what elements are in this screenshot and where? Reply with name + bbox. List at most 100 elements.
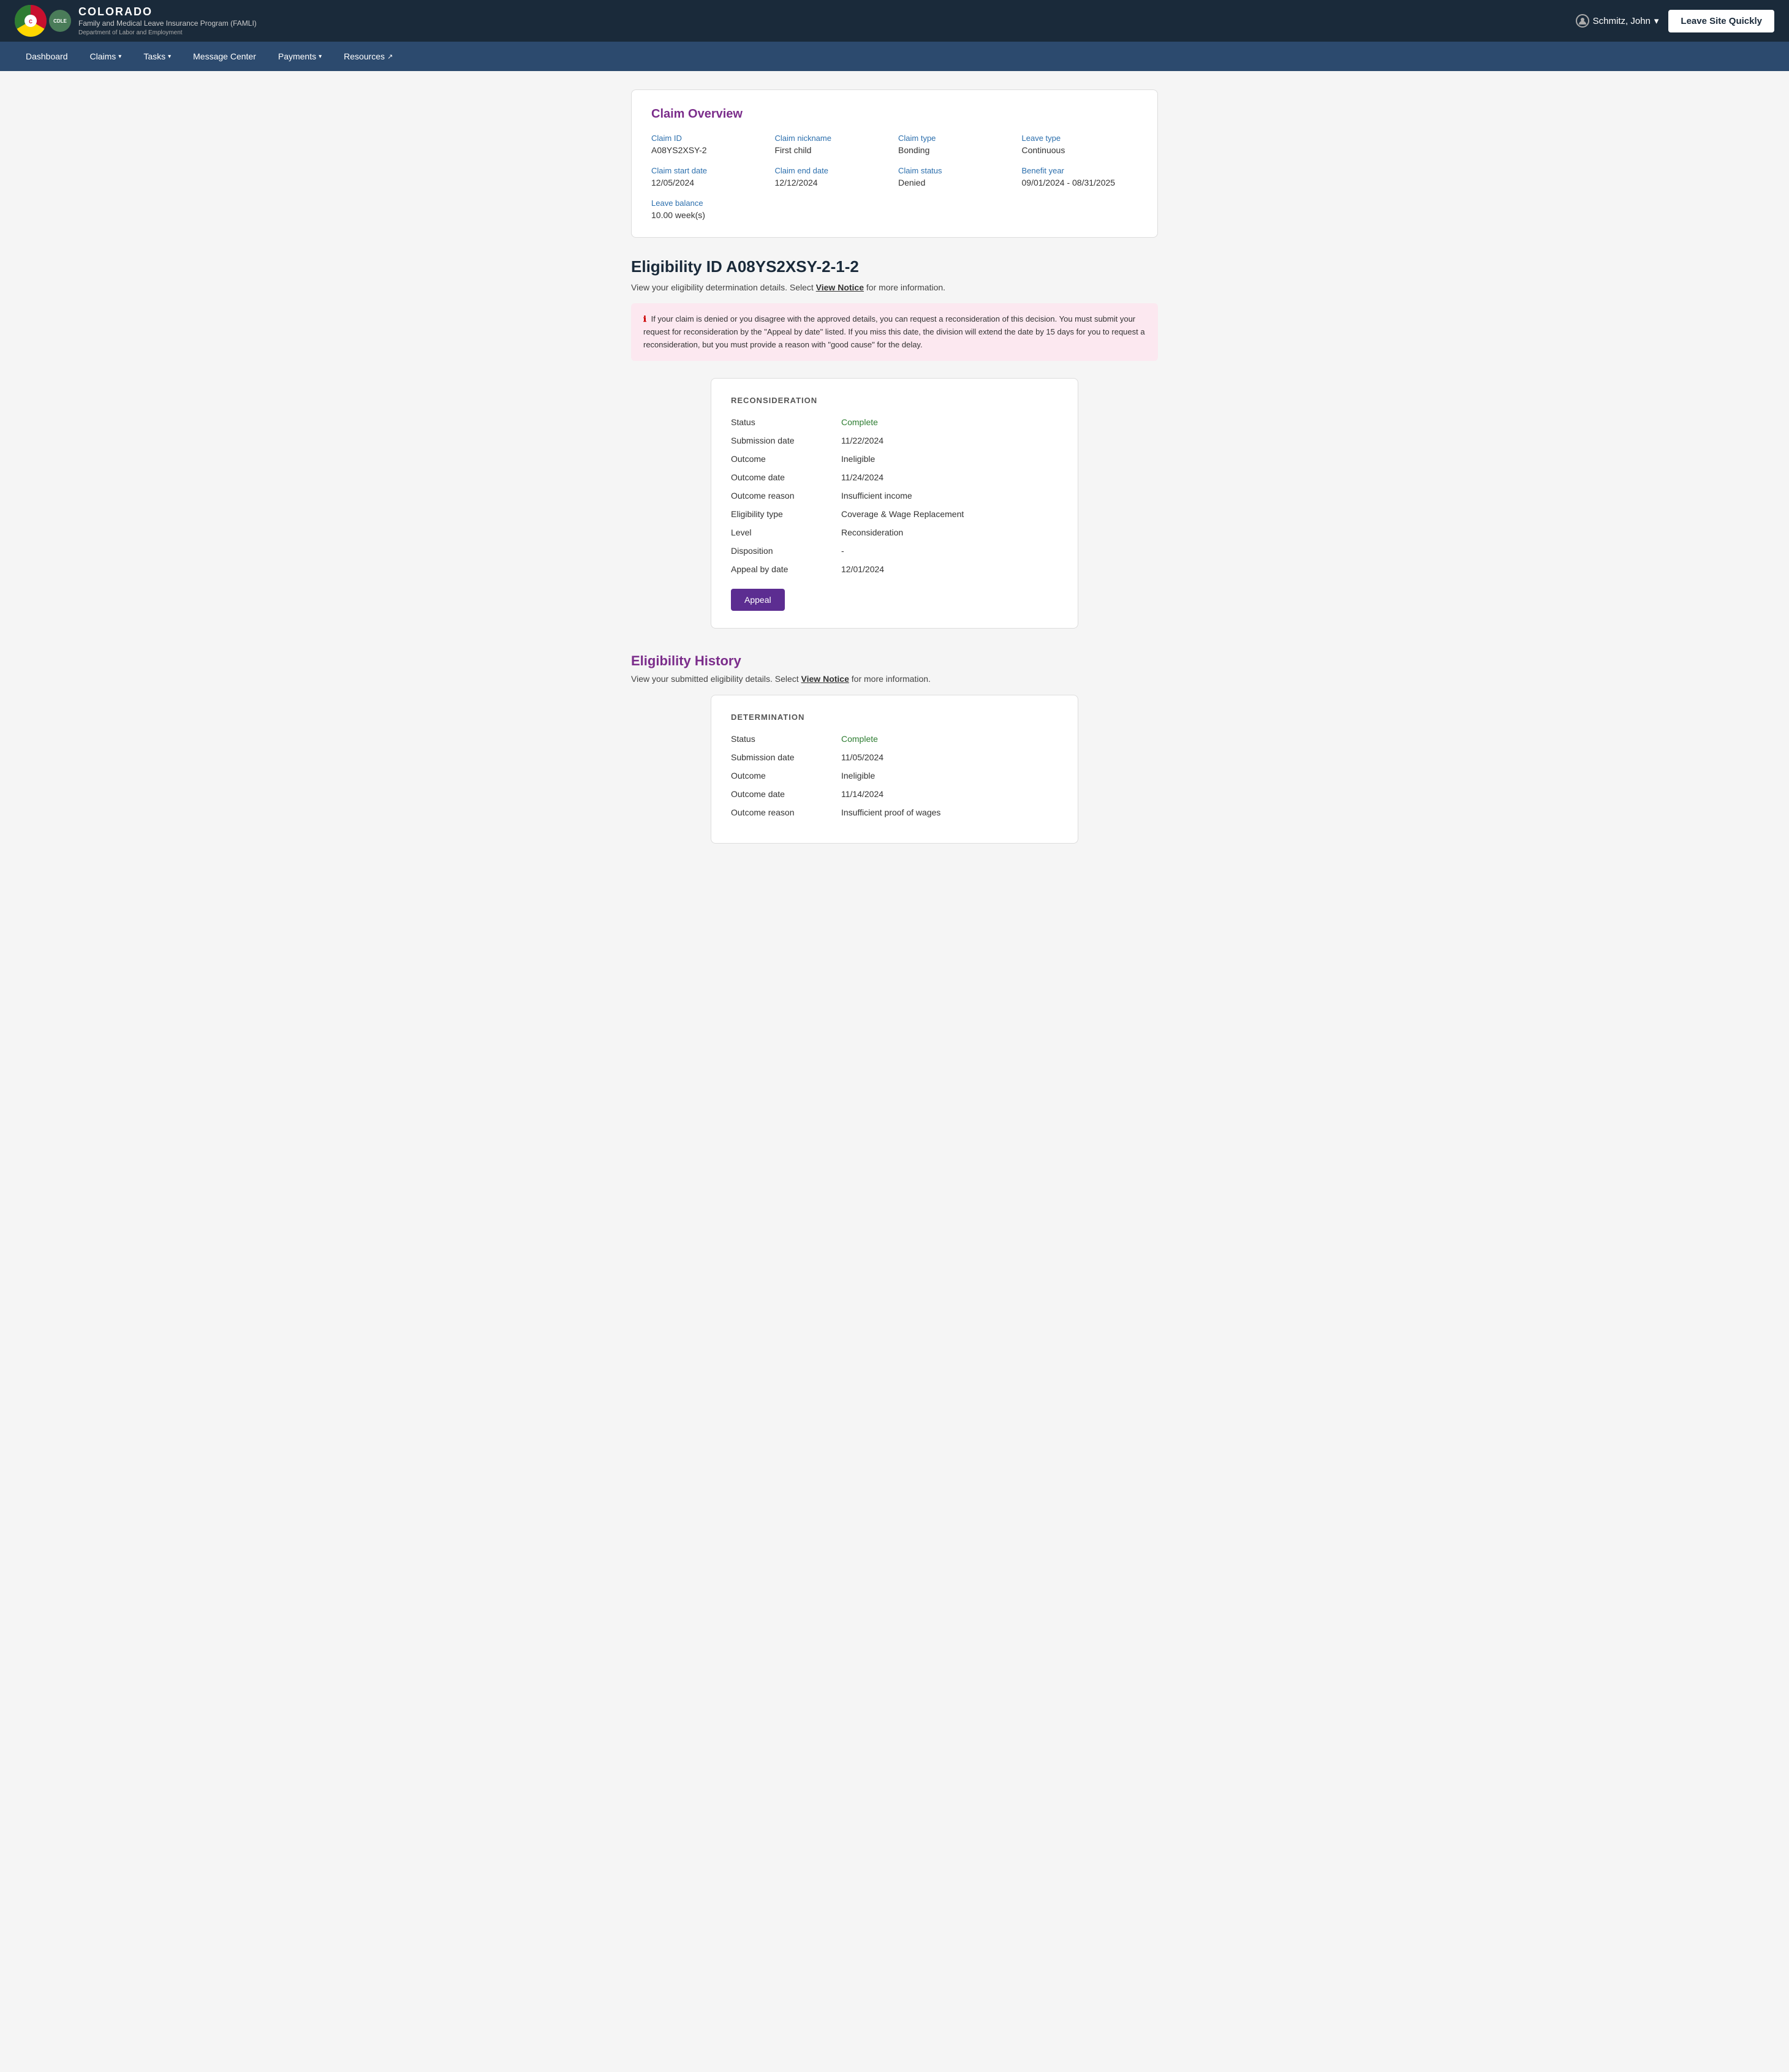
claim-start-date-field: Claim start date 12/05/2024	[651, 166, 768, 187]
eligibility-subtext-before: View your eligibility determination deta…	[631, 282, 814, 292]
nav-payments[interactable]: Payments ▾	[267, 42, 333, 71]
svg-text:C: C	[29, 19, 32, 25]
disposition-row: Disposition -	[731, 546, 1058, 556]
nav-tasks[interactable]: Tasks ▾	[132, 42, 182, 71]
eligibility-history-title: Eligibility History	[631, 653, 1158, 669]
leave-balance-field: Leave balance 10.00 week(s)	[651, 199, 768, 220]
history-view-notice-link[interactable]: View Notice	[801, 674, 849, 684]
eligibility-heading: Eligibility ID A08YS2XSY-2-1-2	[631, 257, 1158, 276]
det-status-label: Status	[731, 734, 841, 744]
det-outcome-value: Ineligible	[841, 771, 875, 781]
det-outcome-row: Outcome Ineligible	[731, 771, 1058, 781]
leave-type-value: Continuous	[1022, 145, 1138, 155]
dept-name: Department of Labor and Employment	[78, 29, 257, 37]
eligibility-subtext-after: for more information.	[866, 282, 945, 292]
det-submission-date-value: 11/05/2024	[841, 752, 883, 762]
outcome-date-label: Outcome date	[731, 472, 841, 482]
outcome-date-row: Outcome date 11/24/2024	[731, 472, 1058, 482]
info-icon: ℹ	[643, 314, 646, 323]
outcome-value: Ineligible	[841, 454, 875, 464]
appeal-by-date-row: Appeal by date 12/01/2024	[731, 564, 1058, 574]
det-submission-date-row: Submission date 11/05/2024	[731, 752, 1058, 762]
leave-type-label: Leave type	[1022, 134, 1138, 143]
det-outcome-date-label: Outcome date	[731, 789, 841, 799]
leave-site-button[interactable]: Leave Site Quickly	[1668, 10, 1774, 32]
determination-card: DETERMINATION Status Complete Submission…	[711, 695, 1078, 844]
user-icon	[1576, 14, 1589, 28]
claim-status-label: Claim status	[898, 166, 1015, 175]
outcome-reason-label: Outcome reason	[731, 491, 841, 501]
claim-id-value: A08YS2XSY-2	[651, 145, 768, 155]
claim-nickname-value: First child	[775, 145, 891, 155]
claim-end-date-value: 12/12/2024	[775, 178, 891, 187]
appeal-by-date-value: 12/01/2024	[841, 564, 884, 574]
outcome-date-value: 11/24/2024	[841, 472, 883, 482]
det-outcome-date-row: Outcome date 11/14/2024	[731, 789, 1058, 799]
det-outcome-reason-label: Outcome reason	[731, 807, 841, 817]
det-outcome-reason-value: Insufficient proof of wages	[841, 807, 940, 817]
appeal-by-date-label: Appeal by date	[731, 564, 841, 574]
det-submission-date-label: Submission date	[731, 752, 841, 762]
leave-type-field: Leave type Continuous	[1022, 134, 1138, 155]
appeal-button[interactable]: Appeal	[731, 589, 785, 611]
cdle-badge: CDLE	[49, 10, 71, 32]
status-value: Complete	[841, 417, 878, 427]
claim-overview-card: Claim Overview Claim ID A08YS2XSY-2 Clai…	[631, 89, 1158, 238]
eligibility-type-value: Coverage & Wage Replacement	[841, 509, 964, 519]
claim-id-label: Claim ID	[651, 134, 768, 143]
claim-type-label: Claim type	[898, 134, 1015, 143]
claim-nickname-field: Claim nickname First child	[775, 134, 891, 155]
status-label: Status	[731, 417, 841, 427]
eligibility-type-label: Eligibility type	[731, 509, 841, 519]
submission-date-label: Submission date	[731, 436, 841, 445]
nav-resources[interactable]: Resources ↗	[333, 42, 404, 71]
nav-bar: Dashboard Claims ▾ Tasks ▾ Message Cente…	[0, 42, 1789, 71]
claim-status-value: Denied	[898, 178, 1015, 187]
claim-type-value: Bonding	[898, 145, 1015, 155]
user-name: Schmitz, John	[1593, 16, 1651, 26]
user-menu-button[interactable]: Schmitz, John ▾	[1576, 14, 1659, 28]
view-notice-link[interactable]: View Notice	[816, 282, 864, 292]
top-header: C CDLE COLORADO Family and Medical Leave…	[0, 0, 1789, 42]
status-row: Status Complete	[731, 417, 1058, 427]
det-outcome-reason-row: Outcome reason Insufficient proof of wag…	[731, 807, 1058, 817]
benefit-year-label: Benefit year	[1022, 166, 1138, 175]
det-status-row: Status Complete	[731, 734, 1058, 744]
claim-start-date-value: 12/05/2024	[651, 178, 768, 187]
level-row: Level Reconsideration	[731, 527, 1058, 537]
outcome-reason-row: Outcome reason Insufficient income	[731, 491, 1058, 501]
leave-balance-label: Leave balance	[651, 199, 768, 208]
history-subtext-before: View your submitted eligibility details.…	[631, 674, 799, 684]
main-content: Claim Overview Claim ID A08YS2XSY-2 Clai…	[619, 89, 1170, 844]
det-outcome-label: Outcome	[731, 771, 841, 781]
external-link-icon: ↗	[387, 53, 393, 61]
program-name: Family and Medical Leave Insurance Progr…	[78, 19, 257, 29]
reconsideration-section-title: RECONSIDERATION	[731, 396, 1058, 405]
submission-date-value: 11/22/2024	[841, 436, 883, 445]
level-value: Reconsideration	[841, 527, 903, 537]
claim-start-date-label: Claim start date	[651, 166, 768, 175]
nav-message-center[interactable]: Message Center	[182, 42, 267, 71]
claim-end-date-label: Claim end date	[775, 166, 891, 175]
claim-type-field: Claim type Bonding	[898, 134, 1015, 155]
state-name: COLORADO	[78, 5, 257, 19]
disposition-label: Disposition	[731, 546, 841, 556]
outcome-label: Outcome	[731, 454, 841, 464]
determination-section-title: DETERMINATION	[731, 713, 1058, 722]
header-right: Schmitz, John ▾ Leave Site Quickly	[1576, 10, 1774, 32]
claim-nickname-label: Claim nickname	[775, 134, 891, 143]
logo-area: C CDLE COLORADO Family and Medical Leave…	[15, 5, 257, 37]
nav-dashboard[interactable]: Dashboard	[15, 42, 79, 71]
submission-date-row: Submission date 11/22/2024	[731, 436, 1058, 445]
eligibility-history-section: Eligibility History View your submitted …	[631, 653, 1158, 844]
leave-balance-value: 10.00 week(s)	[651, 210, 768, 220]
nav-claims[interactable]: Claims ▾	[79, 42, 133, 71]
outcome-reason-value: Insufficient income	[841, 491, 912, 501]
history-subtext-after: for more information.	[852, 674, 931, 684]
disposition-value: -	[841, 546, 844, 556]
info-box-text: If your claim is denied or you disagree …	[643, 314, 1145, 349]
eligibility-history-subtext: View your submitted eligibility details.…	[631, 674, 1158, 684]
benefit-year-value: 09/01/2024 - 08/31/2025	[1022, 178, 1138, 187]
tasks-chevron-icon: ▾	[168, 53, 171, 60]
claims-chevron-icon: ▾	[118, 53, 121, 60]
